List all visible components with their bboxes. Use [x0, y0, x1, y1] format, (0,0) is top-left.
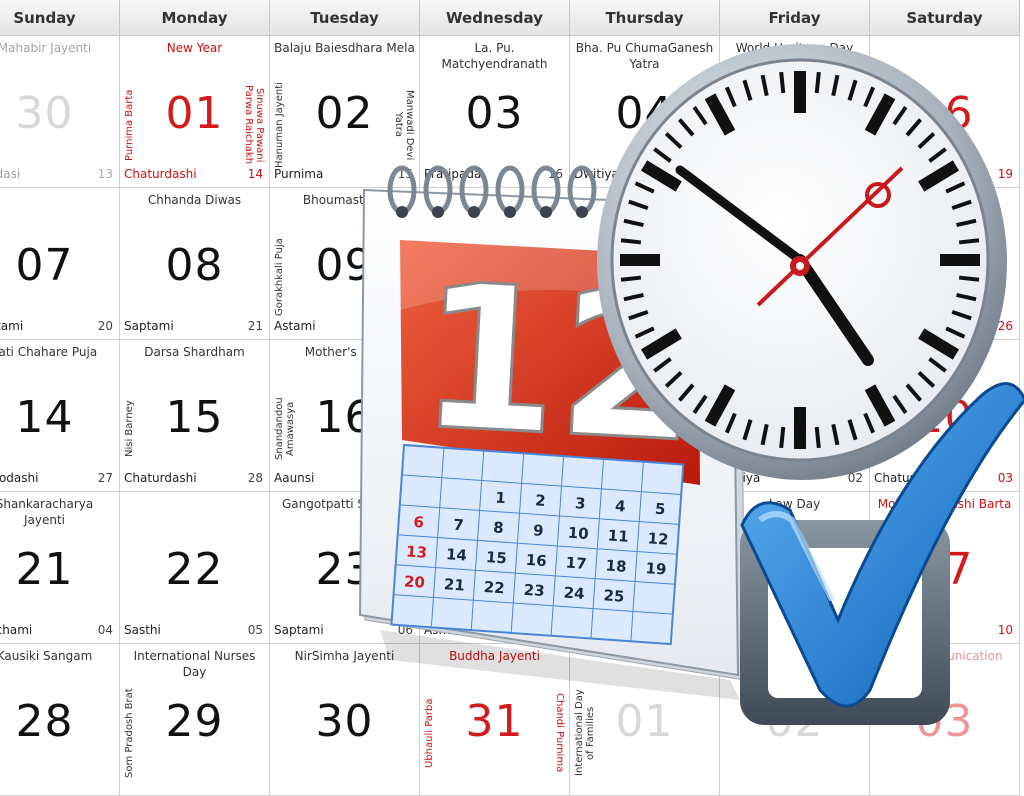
- mini-calendar-day: 6: [413, 513, 425, 532]
- secondary-date: 05: [247, 623, 263, 637]
- day-cell[interactable]: Kausiki Sangam 28: [0, 644, 120, 796]
- secondary-date: 21: [247, 319, 263, 333]
- day-cell[interactable]: International Nurses Day 29 Som Pradosh Br…: [120, 644, 270, 796]
- mini-calendar-day: 22: [483, 578, 505, 597]
- day-event: Chhanda Diwas: [147, 193, 242, 207]
- mini-calendar-day: 23: [523, 581, 545, 600]
- mini-calendar-day: 18: [605, 556, 627, 575]
- mini-calendar-day: 2: [535, 491, 547, 510]
- day-cell[interactable]: 22 Sasthi 05: [120, 492, 270, 644]
- weekday-header: Wednesday: [420, 0, 570, 36]
- day-number: 08: [165, 240, 224, 291]
- day-cell[interactable]: Darsa Shardham 15 Chaturdashi 28 Nisi Barney: [120, 340, 270, 492]
- vertical-event: Nisi Barney: [124, 400, 135, 458]
- mini-calendar-day: 25: [603, 586, 625, 605]
- mini-calendar-day: 9: [533, 521, 545, 540]
- vertical-event: Snandandou Amawasya: [274, 397, 296, 461]
- tithi-label: Trayodashi: [0, 471, 39, 485]
- day-cell[interactable]: Mahabir Jayenti 30 Ekadasi 13: [0, 36, 120, 188]
- mini-calendar-day: 21: [443, 575, 465, 594]
- mini-calendar-day: 15: [485, 548, 507, 567]
- weekday-header: Tuesday: [270, 0, 420, 36]
- weekday-header: Monday: [120, 0, 270, 36]
- day-event: La. Pu. Matchyendranath: [441, 41, 548, 71]
- mini-calendar-day: 24: [563, 584, 585, 603]
- day-event: Shankaracharya Jayenti: [0, 497, 94, 527]
- day-cell[interactable]: New Year 01 Chaturdashi 14 Purnima Barta Sinu…: [120, 36, 270, 188]
- mini-calendar-day: 16: [525, 551, 547, 570]
- day-number: 28: [15, 696, 74, 747]
- mini-calendar-day: 10: [567, 524, 589, 543]
- day-event: Balaju Baiesdhara Mela: [274, 41, 415, 55]
- tithi-label: Panchami: [0, 623, 33, 637]
- weekday-header: Sunday: [0, 0, 120, 36]
- tithi-label: Sasthi: [124, 623, 161, 637]
- day-event: Kausiki Sangam: [0, 649, 93, 663]
- secondary-date: 04: [97, 623, 113, 637]
- day-cell[interactable]: Shankaracharya Jayenti 21 Panchami 04: [0, 492, 120, 644]
- mini-calendar-day: 1: [495, 489, 507, 508]
- mini-calendar-day: 8: [493, 518, 505, 537]
- vertical-event: Purnima Barta: [124, 89, 135, 161]
- day-number: 30: [15, 88, 74, 139]
- tithi-label: Saptami: [124, 319, 174, 333]
- mini-calendar-day: 12: [647, 529, 669, 548]
- mini-calendar-day: 5: [654, 500, 666, 519]
- mini-calendar-day: 14: [445, 545, 467, 564]
- vertical-event: Gorakhkali Puja: [274, 238, 285, 316]
- day-cell[interactable]: 07 Ashtami 20: [0, 188, 120, 340]
- checkmark-icon: [740, 382, 1024, 725]
- day-event: New Year: [166, 41, 223, 55]
- mini-calendar-day: 19: [645, 559, 667, 578]
- day-number: 07: [15, 240, 74, 291]
- tithi-label: Saptami: [274, 623, 324, 637]
- day-event: Pati Chahare Puja: [0, 345, 98, 359]
- mini-calendar-day: 17: [565, 554, 587, 573]
- tithi-label: Ashtami: [0, 319, 24, 333]
- secondary-date: 27: [97, 471, 113, 485]
- mini-calendar-day: 11: [607, 526, 629, 545]
- mini-calendar-day: 20: [403, 572, 425, 591]
- secondary-date: 13: [97, 167, 113, 181]
- day-event: International Nurses Day: [133, 649, 256, 679]
- day-event: Mahabir Jayenti: [0, 41, 92, 55]
- day-event: Darsa Shardham: [144, 345, 245, 359]
- day-cell[interactable]: Chhanda Diwas 08 Saptami 21: [120, 188, 270, 340]
- day-number: 14: [15, 392, 74, 443]
- day-number: 21: [15, 544, 74, 595]
- vertical-event: Sinuwa Pawani Parwa Raichakh: [243, 85, 265, 165]
- vertical-event: Hanuman Jayenti: [274, 82, 285, 168]
- mini-calendar-day: 7: [453, 516, 465, 535]
- mini-calendar-day: 13: [406, 542, 428, 561]
- vertical-event: Manwadi Devi Yatra: [393, 89, 415, 161]
- tithi-label: Ekadasi: [0, 167, 21, 181]
- secondary-date: 20: [97, 319, 113, 333]
- day-number: 22: [165, 544, 224, 595]
- vertical-event: Som Pradosh Brat: [124, 688, 135, 778]
- mini-calendar-day: 3: [575, 494, 587, 513]
- secondary-date: 28: [247, 471, 263, 485]
- day-cell[interactable]: Pati Chahare Puja 14 Trayodashi 27: [0, 340, 120, 492]
- day-number: 03: [465, 88, 524, 139]
- mini-calendar-day: 4: [614, 497, 626, 516]
